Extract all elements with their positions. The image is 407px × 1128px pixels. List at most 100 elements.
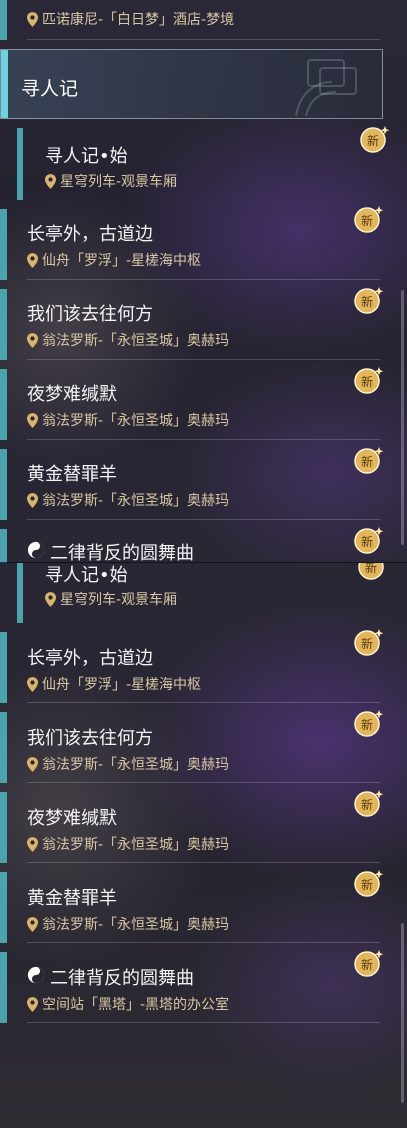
map-pin-icon [27,676,38,692]
quest-location: 翁法罗斯-「永恒圣城」奥赫玛 [27,330,229,350]
quest-title: 夜梦难缄默 [27,384,117,405]
quest-title: 寻人记•始 [45,565,128,586]
quest-location-text: 翁法罗斯-「永恒圣城」奥赫玛 [42,757,230,773]
quest-item[interactable]: 我们该去往何方 翁法罗斯-「永恒圣城」奥赫玛 [0,712,390,783]
map-pin-icon [27,252,38,268]
quest-item-partial[interactable]: 匹诺康尼-「白日梦」酒店-梦境 [0,0,390,40]
quest-location: 星穹列车-观景车厢 [45,589,177,609]
quest-location-text: 翁法罗斯-「永恒圣城」奥赫玛 [42,837,230,853]
quest-title: 夜梦难缄默 [27,808,117,829]
map-pin-icon [27,836,38,852]
scrollbar[interactable] [401,290,404,545]
quest-item[interactable]: 寻人记•始 星穹列车-观景车厢 [0,563,390,623]
new-badge-icon: 新 [352,445,384,475]
quest-item-accent-bar [0,952,7,1023]
divider [27,782,380,783]
svg-text:新: 新 [361,534,373,549]
quest-list-panel-bottom: 寻人记•始 星穹列车-观景车厢 新 长亭外，古道边 仙舟「罗浮」-星槎海中枢 新… [0,563,407,1128]
quest-item[interactable]: 我们该去往何方 翁法罗斯-「永恒圣城」奥赫玛 [0,289,390,360]
quest-item-accent-bar [0,632,7,703]
quest-location-text: 翁法罗斯-「永恒圣城」奥赫玛 [42,413,230,429]
quest-item[interactable]: 黄金替罪羊 翁法罗斯-「永恒圣城」奥赫玛 [0,872,390,943]
quest-item-accent-bar [0,289,7,360]
map-pin-icon [27,412,38,428]
quest-location: 仙舟「罗浮」-星槎海中枢 [27,674,201,694]
map-pin-icon [27,756,38,772]
quest-location: 匹诺康尼-「白日梦」酒店-梦境 [27,9,234,29]
map-pin-icon [27,11,38,27]
quest-title: 黄金替罪羊 [27,464,117,485]
quest-item-accent-bar [0,792,7,863]
quest-location-text: 仙舟「罗浮」-星槎海中枢 [42,677,202,693]
quest-title: 二律背反的圆舞曲 [50,543,194,563]
map-pin-icon [27,996,38,1012]
quest-item[interactable]: 夜梦难缄默 翁法罗斯-「永恒圣城」奥赫玛 [0,369,390,440]
quest-item[interactable]: 夜梦难缄默 翁法罗斯-「永恒圣城」奥赫玛 [0,792,390,863]
section-emblem-icon [295,59,357,117]
quest-location: 星穹列车-观景车厢 [45,171,177,191]
quest-location-text: 翁法罗斯-「永恒圣城」奥赫玛 [42,917,230,933]
svg-text:新: 新 [365,563,377,575]
quest-item[interactable]: 黄金替罪羊 翁法罗斯-「永恒圣城」奥赫玛 [0,449,390,520]
quest-item[interactable]: 寻人记•始 星穹列车-观景车厢 [0,128,390,200]
quest-location: 翁法罗斯-「永恒圣城」奥赫玛 [27,834,229,854]
divider [27,39,380,40]
map-pin-icon [45,173,56,189]
quest-location: 空间站「黑塔」-黑塔的办公室 [27,994,229,1014]
quest-location-text: 星穹列车-观景车厢 [60,174,178,190]
new-badge-icon: 新 [358,124,390,154]
svg-text:新: 新 [361,877,373,892]
quest-item-accent-bar [0,0,7,40]
new-badge-icon: 新 [352,708,384,738]
quest-item[interactable]: 二律背反的圆舞曲 [0,529,390,563]
divider [27,942,380,943]
divider [27,862,380,863]
quest-title: 黄金替罪羊 [27,888,117,909]
new-badge-icon: 新 [352,525,384,555]
quest-title: 二律背反的圆舞曲 [50,968,194,989]
svg-text:新: 新 [361,294,373,309]
quest-item[interactable]: 长亭外，古道边 仙舟「罗浮」-星槎海中枢 [0,209,390,280]
quest-item[interactable]: 二律背反的圆舞曲 空间站「黑塔」-黑塔的办公室 [0,952,390,1023]
scrollbar[interactable] [401,923,404,1103]
svg-text:新: 新 [361,957,373,972]
new-badge-icon: 新 [352,788,384,818]
quest-title: 我们该去往何方 [27,304,153,325]
new-badge-icon: 新 [352,627,384,657]
quest-item-accent-bar [0,209,7,280]
divider [27,279,380,280]
section-title: 寻人记 [21,78,79,100]
divider [27,702,380,703]
new-badge-icon: 新 [352,948,384,978]
quest-location-text: 翁法罗斯-「永恒圣城」奥赫玛 [42,333,230,349]
section-header-xunrenji[interactable]: 寻人记 [0,49,383,119]
quest-title: 寻人记•始 [45,146,128,167]
yin-yang-icon [27,966,45,984]
quest-location: 仙舟「罗浮」-星槎海中枢 [27,250,201,270]
quest-location-text: 空间站「黑塔」-黑塔的办公室 [42,997,230,1013]
quest-title: 我们该去往何方 [27,728,153,749]
yin-yang-icon [27,541,45,559]
quest-item-accent-bar [17,128,23,200]
quest-location-text: 仙舟「罗浮」-星槎海中枢 [42,253,202,269]
new-badge-icon: 新 [352,868,384,898]
svg-text:新: 新 [361,454,373,469]
svg-text:新: 新 [361,374,373,389]
divider [27,1022,380,1023]
quest-item[interactable]: 长亭外，古道边 仙舟「罗浮」-星槎海中枢 [0,632,390,703]
map-pin-icon [27,492,38,508]
quest-list-panel-top: 匹诺康尼-「白日梦」酒店-梦境 寻人记 寻人记•始 星穹列车-观景车厢 新 长亭 [0,0,407,563]
quest-title: 长亭外，古道边 [27,648,153,669]
quest-item-accent-bar [0,872,7,943]
divider [27,359,380,360]
svg-text:新: 新 [361,797,373,812]
map-pin-icon [27,332,38,348]
quest-location: 翁法罗斯-「永恒圣城」奥赫玛 [27,914,229,934]
quest-title: 长亭外，古道边 [27,224,153,245]
new-badge-icon: 新 [356,563,388,581]
quest-item-accent-bar [0,449,7,520]
svg-text:新: 新 [361,717,373,732]
quest-item-accent-bar [0,529,7,563]
svg-text:新: 新 [361,213,373,228]
quest-location-text: 星穹列车-观景车厢 [60,592,178,608]
